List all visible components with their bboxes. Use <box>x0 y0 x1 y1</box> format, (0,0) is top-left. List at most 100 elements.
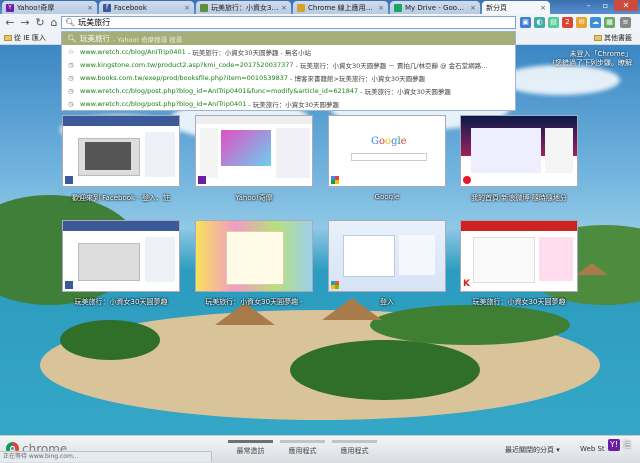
reload-icon[interactable]: ↻ <box>33 16 47 30</box>
yahoo-icon[interactable]: Y! <box>608 439 620 451</box>
folder-icon <box>594 35 602 41</box>
suggestion-url: www.wretch.cc/blog/post.php?blog_id=AnIT… <box>80 99 247 108</box>
thumbnail-label: Google <box>374 193 400 201</box>
thumbnail-label: 玩美旅行：小資女30天圓夢趣 - <box>205 298 303 306</box>
star-icon: ☆ <box>68 47 74 56</box>
suggestion-url: www.kingstone.com.tw/product2.asp?kmi_co… <box>80 60 294 69</box>
extension-icon[interactable]: ◐ <box>534 17 545 28</box>
thumbnail-label: 玩美旅行：小資女30天圓夢趣 <box>74 298 168 306</box>
close-icon[interactable]: × <box>281 4 287 12</box>
tab-facebook[interactable]: f Facebook × <box>99 1 194 14</box>
chrome-webstore-icon <box>297 3 305 12</box>
search-icon: 🔍︎ <box>65 18 76 27</box>
yahoo-icon: Y <box>6 3 14 12</box>
thumbnail-label: 歡迎來到 Facebook - 登入、註 <box>71 194 171 202</box>
suggestion-query: 玩美旅行 <box>80 34 110 43</box>
folder-icon <box>4 35 12 41</box>
thumbnail-blog-1[interactable] <box>62 220 180 292</box>
thumbnail-label: 玩美旅行：小資女30天圓夢趣 <box>472 298 566 306</box>
suggestion-url: www.books.com.tw/exep/prod/booksfile.php… <box>80 73 289 82</box>
tab-google-drive[interactable]: My Drive - Google Drive × <box>390 1 480 14</box>
extension-icon[interactable]: ▤ <box>548 17 559 28</box>
omnibox-suggestions: 🔍︎ 玩美旅行 - Yahoo! 奇摩搜尋 搜尋 ☆ www.wretch.cc… <box>61 31 516 111</box>
signin-notice[interactable]: 未登入「Chrome」 (您錯過了下列步驟。瞭解 <box>552 50 632 68</box>
ime-indicator[interactable]: 注 <box>623 439 631 450</box>
thumbnail-label: 登入 <box>380 298 394 306</box>
tab-blog[interactable]: 玩美旅行：小資女30天圓夢 × <box>196 1 291 14</box>
omnibox[interactable]: 🔍︎ <box>61 16 516 29</box>
suggestion-url: www.wretch.cc/blog/AnITrip0401 <box>80 47 186 56</box>
thumbnail-weibo[interactable] <box>460 115 578 187</box>
extension-icon[interactable]: ▣ <box>520 17 531 28</box>
suggestion-history[interactable]: ☆ www.wretch.cc/blog/AnITrip0401 - 玩美旅行：… <box>62 45 515 58</box>
suggestion-url: www.wretch.cc/blog/post.php?blog_id=AnIT… <box>80 86 359 95</box>
tab-label: My Drive - Google Drive <box>405 3 468 12</box>
nav-tab-label: 應用程式 <box>340 447 369 455</box>
back-icon[interactable]: ← <box>3 16 17 30</box>
tab-most-visited[interactable]: 最常造訪 <box>228 440 273 456</box>
minimize-icon[interactable]: – <box>580 0 597 11</box>
bookmark-other[interactable]: 其他書籤 <box>594 33 632 43</box>
thumbnail-yahoo[interactable] <box>195 115 313 187</box>
thumbnail-facebook[interactable] <box>62 115 180 187</box>
thumbnail-label: 我的首頁 新浪微博-隨時隨地分 <box>471 194 567 202</box>
close-icon[interactable]: × <box>184 4 190 12</box>
close-icon[interactable]: × <box>87 4 93 12</box>
tab-label: Yahoo!奇摩 <box>17 3 55 12</box>
history-clock-icon: ◷ <box>68 60 74 69</box>
google-drive-icon <box>394 3 402 12</box>
omnibox-input[interactable] <box>78 18 499 27</box>
forward-icon[interactable]: → <box>18 16 32 30</box>
tab-apps[interactable]: 應用程式 <box>280 440 325 456</box>
suggestion-title: - 博客來書籍館>玩美旅行：小資女30天圓夢趣 <box>290 74 426 83</box>
thumbnail-blog-2[interactable] <box>195 220 313 292</box>
tab-strip: Y Yahoo!奇摩 × f Facebook × 玩美旅行：小資女30天圓夢 … <box>0 0 640 14</box>
tab-new-tab[interactable]: 新分頁 × <box>482 1 550 14</box>
recently-closed-menu[interactable]: 最近關閉的分頁 ▾ <box>505 445 560 455</box>
tab-apps-2[interactable]: 應用程式 <box>332 440 377 456</box>
close-icon[interactable]: × <box>540 4 546 12</box>
tab-label: 玩美旅行：小資女30天圓夢 <box>211 3 279 12</box>
thumbnail-login[interactable] <box>328 220 446 292</box>
bookmark-import[interactable]: 從 IE 匯入 <box>4 33 46 43</box>
facebook-icon: f <box>103 3 111 12</box>
tab-label: Chrome 線上應用程式 <box>308 3 377 12</box>
signin-line2: (您錯過了下列步驟。瞭解 <box>552 59 632 67</box>
tab-chrome-webstore[interactable]: Chrome 線上應用程式 × <box>293 1 388 14</box>
blog-icon <box>200 3 208 12</box>
suggestion-history[interactable]: ◷ www.wretch.cc/blog/post.php?blog_id=An… <box>62 84 515 97</box>
extension-badge-icon[interactable]: 2 <box>562 17 573 28</box>
suggestion-title: - 玩美旅行：小資女30天圓夢趣 <box>248 100 340 109</box>
suggestion-search[interactable]: 🔍︎ 玩美旅行 - Yahoo! 奇摩搜尋 搜尋 <box>62 32 515 45</box>
suggestion-title: - 玩美旅行：小資女30天圓夢趣 <box>360 87 451 96</box>
extension-icon[interactable]: ▦ <box>604 17 615 28</box>
close-icon[interactable]: × <box>470 4 476 12</box>
bookmark-import-label: 從 IE 匯入 <box>14 34 46 42</box>
status-bar: 正在等待 www.bing.com... <box>0 451 212 462</box>
tab-label: 新分頁 <box>486 3 507 12</box>
history-clock-icon: ◷ <box>68 86 74 95</box>
suggestion-title: - 玩美旅行：小資女30天圓夢趣 - 無名小站 <box>187 48 311 57</box>
nav-tab-label: 應用程式 <box>288 447 317 455</box>
suggestion-hint: - Yahoo! 奇摩搜尋 搜尋 <box>113 35 183 44</box>
wrench-menu-icon[interactable]: ≡ <box>620 17 631 28</box>
close-icon[interactable]: × <box>378 4 384 12</box>
thumbnail-google[interactable]: Google <box>328 115 446 187</box>
search-icon: 🔍︎ <box>67 34 77 43</box>
suggestion-history[interactable]: ◷ www.books.com.tw/exep/prod/booksfile.p… <box>62 71 515 84</box>
thumbnail-label: Yahoo!奇摩 <box>235 194 273 202</box>
tab-label: Facebook <box>114 3 147 12</box>
extension-icon[interactable]: ✉ <box>576 17 587 28</box>
web-store-link[interactable]: Web St <box>580 445 605 453</box>
home-icon[interactable]: ⌂ <box>47 16 61 30</box>
maximize-icon[interactable]: ▫ <box>597 0 614 11</box>
extension-icon[interactable]: ☁ <box>590 17 601 28</box>
window-controls: – ▫ ✕ <box>580 0 638 11</box>
suggestion-history[interactable]: ◷ www.kingstone.com.tw/product2.asp?kmi_… <box>62 58 515 71</box>
thumbnail-kingstone[interactable]: K <box>460 220 578 292</box>
bookmark-other-label: 其他書籤 <box>604 34 632 42</box>
history-clock-icon: ◷ <box>68 99 74 108</box>
tab-yahoo[interactable]: Y Yahoo!奇摩 × <box>2 1 97 14</box>
suggestion-history[interactable]: ◷ www.wretch.cc/blog/post.php?blog_id=An… <box>62 97 515 110</box>
close-window-icon[interactable]: ✕ <box>614 0 638 11</box>
